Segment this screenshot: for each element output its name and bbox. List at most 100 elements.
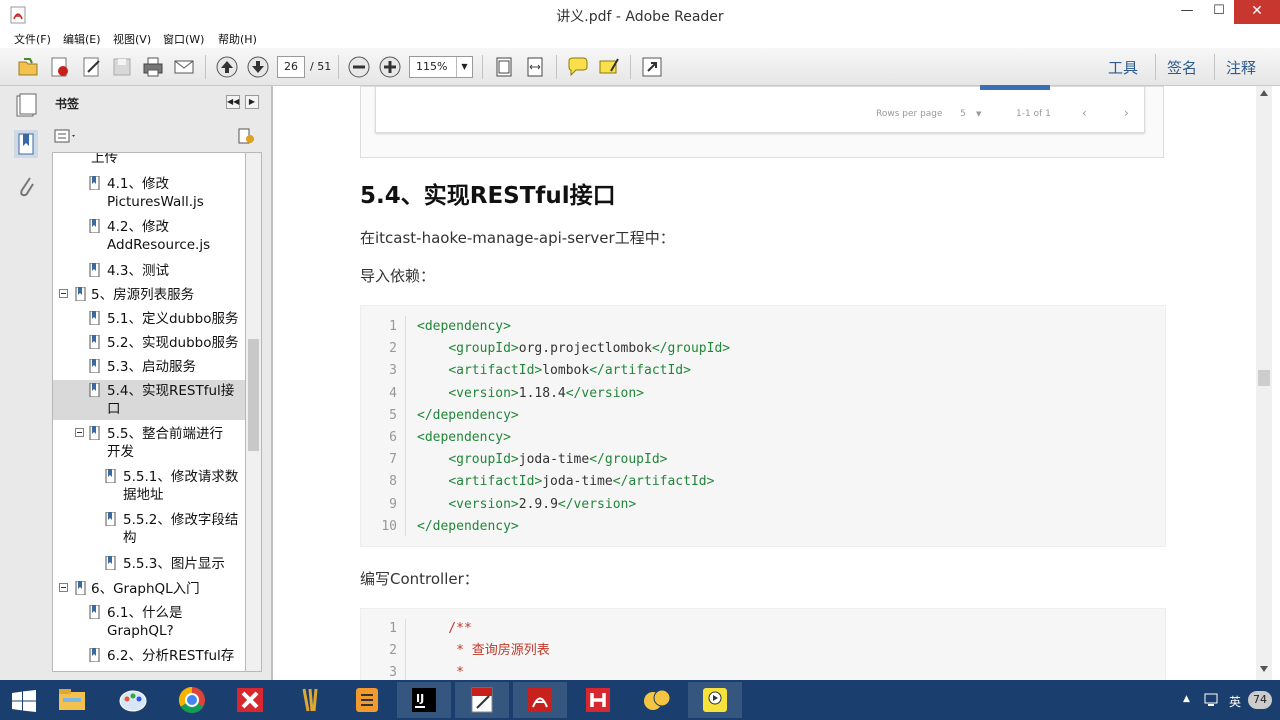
document-scrollbar[interactable] [1256, 86, 1272, 680]
previous-page-icon[interactable] [215, 55, 239, 79]
bookmarks-scrollbar[interactable] [246, 152, 262, 672]
bookmark-item[interactable]: 5.5.2、修改字段结 构 [53, 509, 245, 549]
edit-icon[interactable] [80, 55, 104, 79]
code-line: 9 <version>2.9.9</version> [361, 494, 1161, 516]
menu-view[interactable]: 视图(V) [113, 31, 151, 47]
expand-bookmark-icon[interactable] [236, 127, 256, 145]
bookmark-item[interactable]: 上传 [53, 153, 245, 171]
email-icon[interactable] [172, 55, 196, 79]
scroll-up-icon[interactable] [1260, 90, 1268, 96]
bookmark-item[interactable]: 5.5.3、图片显示 [53, 553, 245, 573]
bookmark-item[interactable]: 5.5.1、修改请求数 据地址 [53, 466, 245, 506]
table-screenshot-card: Rows per page 5 ▼ 1-1 of 1 ‹ › [360, 85, 1164, 158]
tray-expand-icon[interactable]: ▲ [1183, 694, 1190, 704]
bookmark-icon [75, 287, 86, 301]
save-icon[interactable] [110, 55, 134, 79]
bookmark-options-icon[interactable] [54, 128, 78, 144]
line-number: 2 [389, 341, 397, 357]
menu-help[interactable]: 帮助(H) [218, 31, 257, 47]
create-pdf-icon[interactable] [48, 55, 72, 79]
collapse-toggle[interactable] [59, 289, 68, 298]
taskbar-adobe-reader[interactable] [513, 682, 567, 718]
collapse-toggle[interactable] [59, 583, 68, 592]
chevron-down-icon: ▼ [976, 110, 982, 118]
bookmarks-toolbar [52, 124, 262, 150]
line-number: 8 [389, 474, 397, 490]
menu-window[interactable]: 窗口(W) [163, 31, 204, 47]
highlight-icon[interactable] [597, 55, 621, 79]
zoom-in-icon[interactable] [378, 55, 402, 79]
bookmark-item-selected[interactable]: 5.4、实现RESTful接 口 [53, 380, 245, 420]
bookmark-item[interactable]: 5.1、定义dubbo服务 [53, 308, 245, 328]
next-page-icon[interactable] [246, 55, 270, 79]
tray-badge[interactable]: 74 [1248, 691, 1272, 709]
taskbar-pdf-viewer[interactable] [455, 682, 509, 718]
bookmark-icon [89, 426, 100, 440]
bookmark-label: 5.5、整合前端进行 开发 [107, 426, 223, 460]
bookmark-label: 6.1、什么是 GraphQL? [107, 605, 183, 639]
taskbar-xmind[interactable] [223, 682, 277, 718]
bookmark-item[interactable]: 5.2、实现dubbo服务 [53, 332, 245, 352]
tools-link[interactable]: 工具 [1108, 57, 1138, 78]
page-number-input[interactable]: 26 [277, 56, 305, 78]
taskbar-sublime[interactable] [340, 682, 394, 718]
line-number: 1 [389, 621, 397, 636]
maximize-button[interactable]: ☐ [1204, 0, 1234, 24]
taskbar-hbuilder[interactable] [571, 682, 625, 718]
rows-per-page-label: Rows per page [876, 109, 943, 119]
bookmarks-icon[interactable] [14, 130, 38, 158]
bookmark-item[interactable]: 5.3、启动服务 [53, 356, 245, 376]
scroll-down-icon[interactable] [1260, 666, 1268, 672]
taskbar-media-player[interactable] [688, 682, 742, 718]
open-file-icon[interactable] [16, 55, 40, 79]
code-text: <groupId>joda-time</groupId> [448, 452, 668, 468]
code-line: 2 <groupId>org.projectlombok</groupId> [361, 338, 1161, 360]
bookmark-item[interactable]: 5.5、整合前端进行 开发 [53, 423, 245, 463]
bookmark-icon [89, 263, 100, 277]
bookmark-item[interactable]: 5、房源列表服务 [53, 284, 245, 304]
fit-page-icon[interactable] [492, 55, 516, 79]
bookmark-item[interactable]: 6、GraphQL入门 [53, 578, 245, 598]
fullscreen-icon[interactable] [640, 55, 664, 79]
page-range-label: 1-1 of 1 [1016, 109, 1051, 119]
fit-width-icon[interactable] [523, 55, 547, 79]
scrollbar-thumb[interactable] [248, 339, 259, 451]
close-button[interactable]: ✕ [1234, 0, 1280, 24]
bookmark-item[interactable]: 4.3、测试 [53, 260, 245, 280]
print-icon[interactable] [141, 55, 165, 79]
sign-link[interactable]: 签名 [1167, 57, 1197, 78]
network-icon[interactable] [1203, 692, 1219, 708]
bookmark-label: 5.5.2、修改字段结 构 [123, 512, 239, 546]
zoom-out-icon[interactable] [347, 55, 371, 79]
chevron-down-icon[interactable]: ▼ [456, 57, 472, 77]
bookmark-item[interactable]: 4.2、修改 AddResource.js [53, 216, 245, 256]
bookmark-icon [105, 469, 116, 483]
scrollbar-thumb[interactable] [1258, 370, 1270, 386]
minimize-button[interactable]: — [1170, 0, 1204, 24]
collapse-toggle[interactable] [75, 428, 84, 437]
comment-icon[interactable] [566, 55, 590, 79]
input-method-indicator[interactable]: 英 [1229, 693, 1241, 710]
panel-arrow-button[interactable]: ▶ [245, 95, 259, 109]
taskbar-chrome[interactable] [165, 682, 219, 718]
comment-link[interactable]: 注释 [1226, 57, 1256, 78]
page-thumbnails-icon[interactable] [14, 92, 38, 120]
taskbar-paint[interactable] [106, 682, 160, 718]
taskbar-stationery[interactable] [282, 682, 336, 718]
taskbar-intellij[interactable]: IJ [397, 682, 451, 718]
line-number: 3 [389, 363, 397, 379]
code-line: 7 <groupId>joda-time</groupId> [361, 449, 1161, 471]
taskbar-qq[interactable] [630, 682, 684, 718]
bookmark-item[interactable]: 6.2、分析RESTful存 [53, 645, 245, 669]
menu-edit[interactable]: 编辑(E) [63, 31, 101, 47]
menu-file[interactable]: 文件(F) [14, 31, 51, 47]
bookmark-item[interactable]: 6.1、什么是 GraphQL? [53, 602, 245, 642]
windows-start-icon[interactable] [12, 690, 36, 712]
taskbar-explorer[interactable] [45, 682, 99, 718]
collapse-panel-button[interactable]: ◀◀ [226, 95, 240, 109]
code-line: 1 /** [361, 618, 1161, 640]
bookmark-item[interactable]: 4.1、修改 PicturesWall.js [53, 173, 245, 213]
stationery-icon [302, 688, 318, 712]
zoom-select[interactable]: 115% ▼ [409, 56, 473, 78]
attachments-icon[interactable] [14, 172, 38, 200]
